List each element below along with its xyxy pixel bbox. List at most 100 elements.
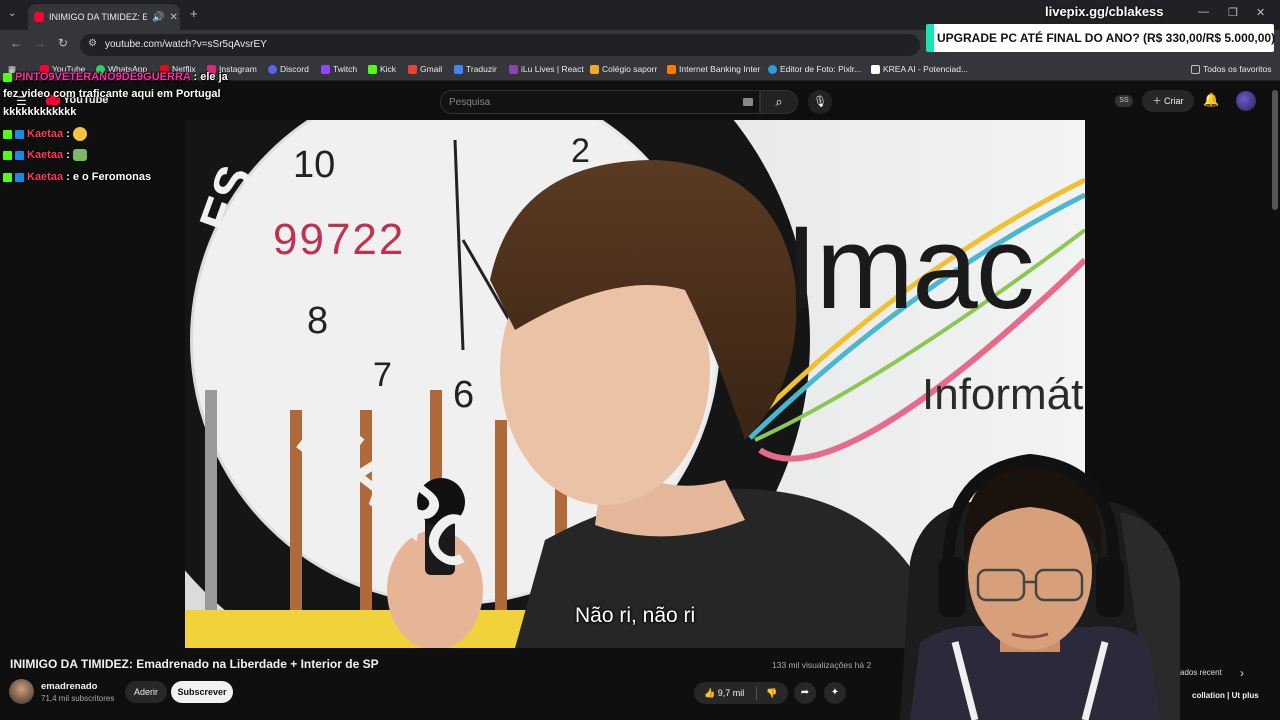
emote-icon [72, 149, 87, 162]
kick-icon [368, 64, 377, 74]
subscribe-button[interactable]: Subscrever [171, 681, 233, 703]
kick-badge-icon [3, 72, 12, 82]
bookmark-ilu-lives[interactable]: iLu Lives | React [509, 64, 584, 74]
chat-message: Kaetaa : [3, 149, 87, 162]
ilu-icon [509, 64, 518, 74]
clock-number: 6 [453, 374, 475, 416]
channel-name[interactable]: emadrenado [41, 681, 98, 692]
like-dislike-group: 👍 9,7 mil 👎 [694, 682, 788, 704]
store-brand-sub: Informática [922, 370, 1085, 419]
youtube-favicon-icon [34, 12, 44, 22]
webcam-overlay [900, 453, 1180, 720]
thumbs-up-icon: 👍 [704, 688, 718, 698]
new-tab-icon[interactable]: + [190, 6, 198, 21]
all-bookmarks[interactable]: Todos os favoritos [1191, 64, 1272, 74]
bookmark-discord[interactable]: Discord [268, 64, 309, 74]
speaker-icon[interactable]: 🔊 [152, 12, 164, 23]
video-subtitle: Não ri, não ri [575, 604, 696, 627]
close-window-icon[interactable]: ✕ [1256, 6, 1265, 19]
like-button[interactable]: 👍 9,7 mil [704, 682, 744, 704]
create-button[interactable]: ＋ Criar [1142, 90, 1194, 112]
bookmark-pixlr[interactable]: Editor de Foto: Pixlr... [768, 64, 861, 74]
donation-goal-banner: UPGRADE PC ATÉ FINAL DO ANO? (R$ 330,00/… [926, 24, 1275, 52]
recent-chip[interactable]: ados recent [1180, 668, 1222, 677]
search-button[interactable]: ⌕ [760, 90, 798, 114]
bookmark-krea[interactable]: KREA AI - Potenciad... [871, 64, 968, 74]
tab-close-icon[interactable]: ✕ [169, 12, 177, 23]
back-icon[interactable]: ← [10, 36, 22, 50]
prime-badge-icon [15, 129, 24, 139]
clock-number: 7 [373, 356, 392, 394]
store-brand: Imac [785, 202, 1035, 334]
like-count: 9,7 mil [717, 688, 745, 698]
thumbs-down-icon: 👎 [766, 688, 778, 698]
like-divider [756, 686, 757, 700]
forward-icon[interactable]: → [34, 36, 46, 50]
chat-message-continued: fez video com traficante aqui em Portuga… [3, 88, 221, 100]
search-icon: ⌕ [775, 94, 783, 109]
minimize-icon[interactable]: — [1198, 6, 1209, 18]
kick-badge-icon [3, 129, 12, 139]
translate-icon [454, 64, 463, 74]
chat-message: PINTO9VETERANO9DE9GUERRA : ele ja [3, 71, 228, 83]
bookmark-twitch[interactable]: Twitch [321, 64, 357, 74]
livepix-url: livepix.gg/cblakess [1045, 4, 1164, 19]
search-placeholder: Pesquisa [449, 97, 491, 108]
pixlr-icon [768, 64, 777, 74]
chat-text: : e o Feromonas [66, 171, 152, 183]
chevron-right-icon[interactable]: › [1240, 666, 1244, 680]
clock-number: 8 [307, 300, 329, 342]
restore-icon[interactable]: ❐ [1228, 6, 1238, 19]
view-count: 133 mil visualizações há 2 [772, 660, 872, 670]
ss-badge[interactable]: SS [1115, 95, 1133, 107]
plus-icon: ＋ [1152, 96, 1164, 106]
channel-avatar[interactable] [9, 679, 34, 704]
page-scrollbar[interactable] [1272, 90, 1278, 210]
chat-username: Kaetaa [27, 127, 64, 140]
share-button[interactable]: ➦ [794, 682, 816, 704]
chat-text: : [66, 149, 70, 161]
prime-badge-icon [15, 150, 24, 160]
site-info-icon[interactable]: ⚙ [88, 38, 97, 49]
bookmark-banking-inter[interactable]: Internet Banking Inter [667, 64, 760, 74]
twitch-icon [321, 64, 330, 74]
chat-message: Kaetaa : e o Feromonas [3, 171, 151, 183]
keyboard-icon[interactable] [743, 98, 753, 106]
gmail-icon [408, 64, 417, 74]
chat-username: Kaetaa [27, 171, 64, 183]
krea-icon [871, 64, 880, 74]
bookmark-traduzir[interactable]: Traduzir [454, 64, 497, 74]
dislike-button[interactable]: 👎 [766, 682, 777, 704]
counter-display: 99722 [273, 215, 406, 264]
tab-search-icon[interactable]: ⌄ [8, 8, 16, 19]
bookmark-kick[interactable]: Kick [368, 64, 396, 74]
join-button[interactable]: Aderir [125, 681, 167, 703]
chat-text: : [66, 127, 70, 140]
url-text[interactable]: youtube.com/watch?v=sSr5qAvsrEY [105, 39, 267, 50]
bookmark-gmail[interactable]: Gmail [408, 64, 442, 74]
ask-ai-button[interactable]: ✦ [824, 682, 846, 704]
subscriber-count: 71,4 mil subscritores [41, 694, 115, 703]
video-title: INIMIGO DA TIMIDEZ: Emadrenado na Liberd… [10, 657, 379, 671]
chat-text: : ele ja [193, 71, 228, 83]
colegio-icon [590, 64, 599, 74]
omnibox[interactable]: ⚙ youtube.com/watch?v=sSr5qAvsrEY [80, 34, 920, 56]
search-input[interactable]: Pesquisa [440, 90, 760, 114]
chat-username: Kaetaa [27, 149, 64, 161]
clock-number: 2 [571, 132, 590, 170]
microphone-icon: 🎙 [813, 96, 827, 108]
create-label: Criar [1164, 96, 1184, 106]
account-avatar[interactable] [1236, 91, 1256, 111]
notifications-bell-icon[interactable]: 🔔 [1203, 92, 1219, 108]
voice-search-button[interactable]: 🎙 [808, 90, 832, 114]
prime-badge-icon [15, 172, 24, 182]
emoji-icon [72, 127, 87, 141]
browser-tab-active[interactable]: INIMIGO DA TIMIDEZ: Ema 🔊 ✕ [28, 4, 180, 30]
kick-badge-icon [3, 150, 12, 160]
tab-title: INIMIGO DA TIMIDEZ: Ema [49, 12, 147, 22]
sidebar-video-title[interactable]: collation | Ut plus [1192, 691, 1259, 700]
reload-icon[interactable]: ↻ [58, 36, 68, 50]
bookmark-colegio[interactable]: Colégio saporr [590, 64, 657, 74]
inter-icon [667, 64, 676, 74]
kick-badge-icon [3, 172, 12, 182]
